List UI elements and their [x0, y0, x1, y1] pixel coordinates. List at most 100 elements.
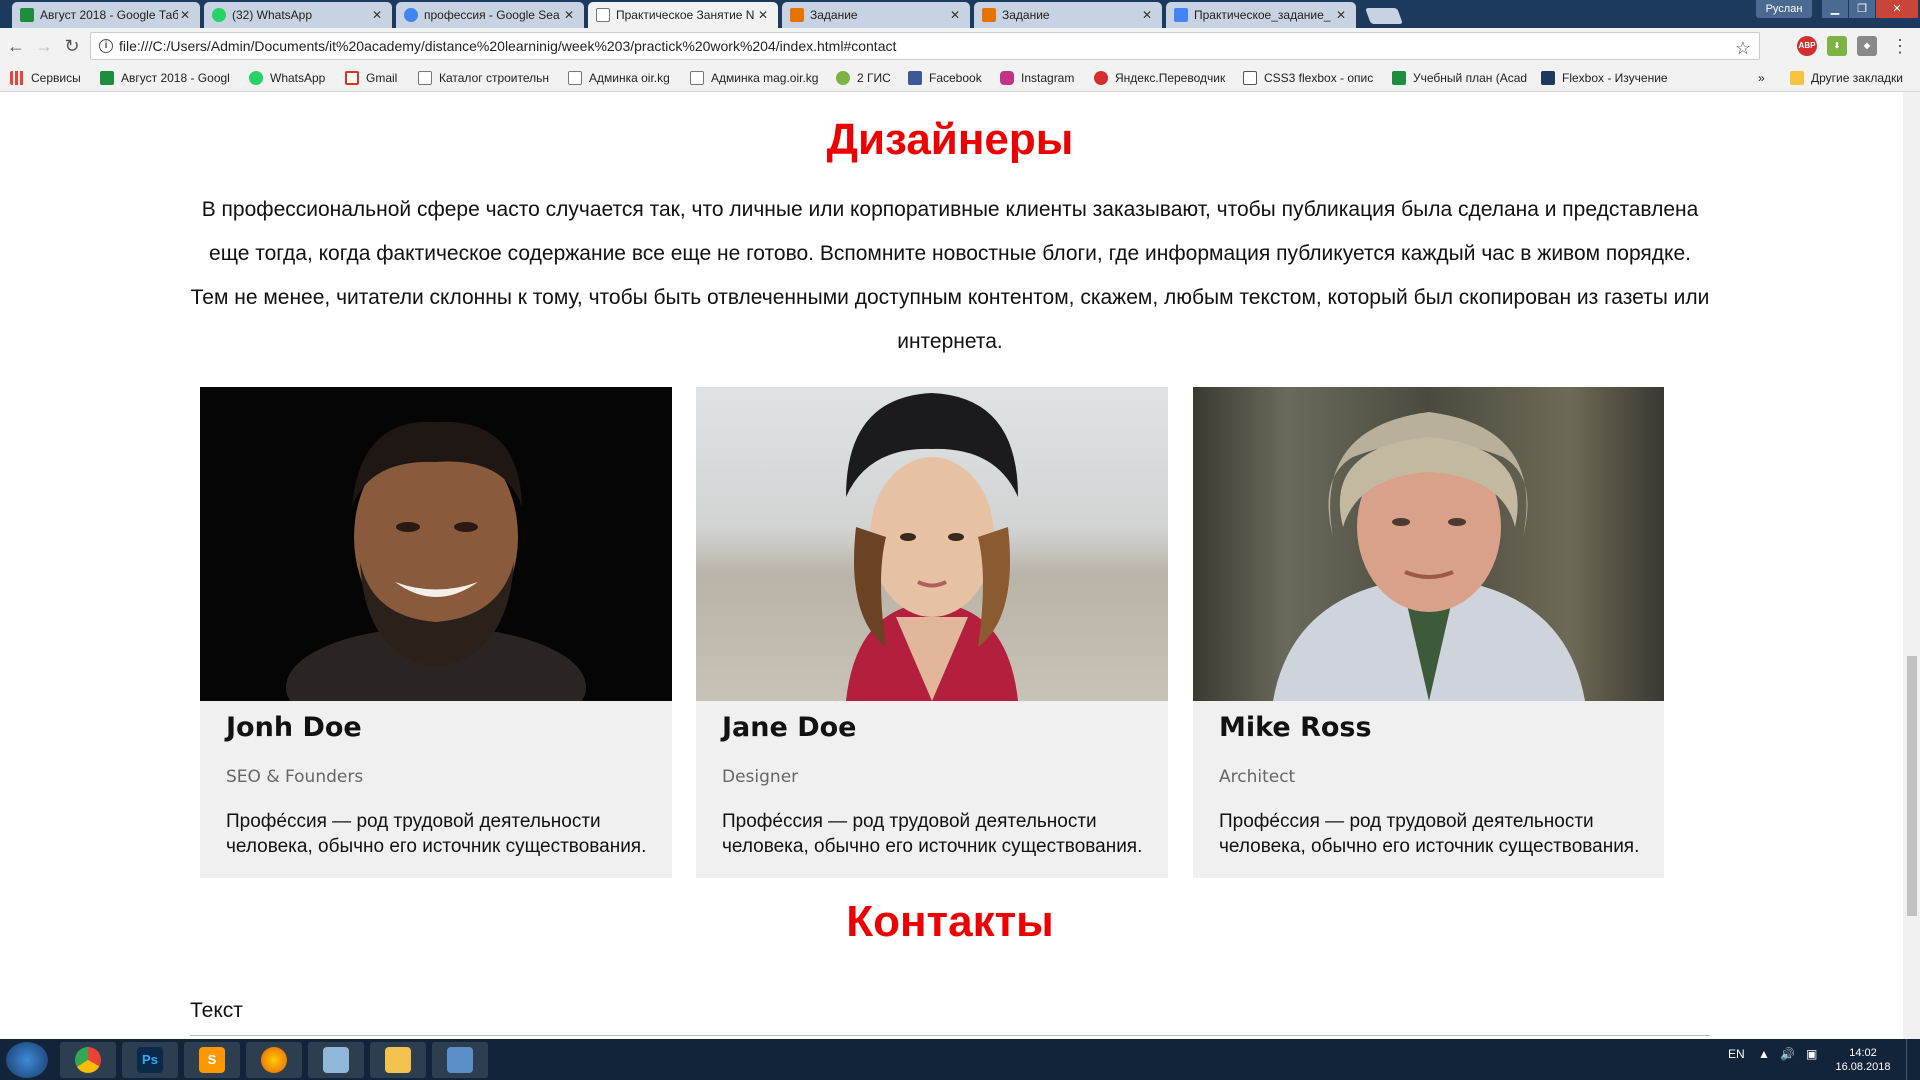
star-icon[interactable]: ☆ — [1735, 35, 1751, 61]
close-icon[interactable]: ✕ — [562, 8, 576, 22]
address-bar[interactable]: i file:///C:/Users/Admin/Documents/it%20… — [90, 32, 1760, 60]
network-icon[interactable]: ▣ — [1806, 1047, 1817, 1061]
portrait-older-man — [1273, 412, 1585, 701]
card-name: Jonh Doe — [226, 712, 362, 743]
task-icon — [790, 8, 804, 22]
tab-label: (32) WhatsApp — [232, 8, 313, 22]
card-description: Профе́ссия — род трудовой деятельности ч… — [722, 811, 1143, 857]
tab[interactable]: Задание ✕ — [974, 2, 1162, 28]
back-icon[interactable]: ← — [6, 36, 26, 56]
card-name: Mike Ross — [1219, 712, 1372, 743]
bookmark-label: Другие закладки — [1811, 71, 1903, 85]
task-icon — [982, 8, 996, 22]
tab-label: Задание — [1002, 8, 1050, 22]
new-tab-button[interactable] — [1365, 8, 1403, 24]
bookmark[interactable]: Август 2018 - Googl — [100, 70, 235, 86]
volume-icon[interactable]: 🔊 — [1780, 1047, 1795, 1061]
adblock-icon[interactable]: ABP — [1797, 36, 1817, 56]
explorer-taskbar-icon[interactable] — [370, 1042, 426, 1078]
close-window-button[interactable]: ✕ — [1876, 0, 1918, 18]
photo-mike-ross — [1193, 387, 1664, 701]
tab-strip: Август 2018 - Google Таб ✕ (32) WhatsApp… — [0, 0, 1920, 28]
yandex-translate-icon — [1094, 71, 1108, 85]
css-page-icon — [1243, 71, 1257, 85]
tab[interactable]: Практическое_задание_ ✕ — [1166, 2, 1356, 28]
remote-desktop-taskbar-icon[interactable] — [432, 1042, 488, 1078]
bookmark[interactable]: Админка mag.oir.kg — [690, 70, 830, 86]
tray-arrow-icon[interactable]: ▲ — [1758, 1047, 1770, 1061]
apps-grid-icon — [10, 71, 24, 85]
photo-jonh-doe — [200, 387, 672, 701]
bookmark[interactable]: Яндекс.Переводчик — [1094, 70, 1229, 86]
chrome-taskbar-icon[interactable] — [60, 1042, 116, 1078]
sublime-taskbar-icon[interactable]: S — [184, 1042, 240, 1078]
facebook-icon — [908, 71, 922, 85]
close-icon[interactable]: ✕ — [756, 8, 770, 22]
close-icon[interactable]: ✕ — [178, 8, 192, 22]
instagram-icon — [1000, 71, 1014, 85]
bookmark[interactable]: CSS3 flexbox - опис — [1243, 70, 1378, 86]
minimize-button[interactable]: ▁ — [1822, 0, 1848, 18]
info-icon[interactable]: i — [99, 39, 113, 53]
more-bookmarks-button[interactable]: » — [1758, 70, 1772, 86]
page-icon — [568, 71, 582, 85]
bookmark[interactable]: Flexbox - Изучение — [1541, 70, 1681, 86]
start-button[interactable] — [6, 1042, 48, 1078]
bookmark-label: CSS3 flexbox - опис — [1264, 71, 1374, 85]
extension-icon[interactable]: ◆ — [1857, 36, 1877, 56]
system-clock[interactable]: 14:02 16.08.2018 — [1834, 1046, 1892, 1074]
tab-label: Практическое_задание_ — [1194, 8, 1331, 22]
close-icon[interactable]: ✕ — [370, 8, 384, 22]
sheets-icon — [1392, 71, 1406, 85]
forward-icon[interactable]: → — [34, 36, 54, 56]
page-icon — [418, 71, 432, 85]
bookmark[interactable]: Gmail — [345, 70, 415, 86]
profile-button[interactable]: Руслан — [1756, 0, 1812, 18]
portrait-smiling-man — [286, 421, 586, 701]
tab[interactable]: Задание ✕ — [782, 2, 970, 28]
bookmark[interactable]: WhatsApp — [249, 70, 339, 86]
windows-taskbar: Ps S EN ▲ 🔊 ▣ 14:02 16.08.2018 — [0, 1039, 1920, 1080]
language-indicator[interactable]: EN — [1728, 1047, 1745, 1061]
firefox-taskbar-icon[interactable] — [246, 1042, 302, 1078]
team-card: Mike Ross Architect Профе́ссия — род тру… — [1193, 387, 1664, 878]
tab-active[interactable]: Практическое Занятие N ✕ — [588, 2, 778, 28]
team-card: Jane Doe Designer Профе́ссия — род трудо… — [696, 387, 1168, 878]
paint-taskbar-icon[interactable] — [308, 1042, 364, 1078]
menu-icon[interactable]: ⋮ — [1890, 36, 1910, 56]
intro-text: В профессиональной сфере часто случается… — [190, 198, 1710, 353]
page-scrollbar[interactable] — [1903, 92, 1920, 1039]
gmail-icon — [345, 71, 359, 85]
close-icon[interactable]: ✕ — [948, 8, 962, 22]
whatsapp-icon — [212, 8, 226, 22]
portrait-woman-in-hat — [846, 393, 1018, 701]
bookmark[interactable]: Instagram — [1000, 70, 1085, 86]
close-icon[interactable]: ✕ — [1140, 8, 1154, 22]
document-icon — [596, 8, 610, 22]
tab[interactable]: (32) WhatsApp ✕ — [204, 2, 392, 28]
close-icon[interactable]: ✕ — [1334, 8, 1348, 22]
photoshop-taskbar-icon[interactable]: Ps — [122, 1042, 178, 1078]
designers-title: Дизайнеры — [826, 115, 1074, 164]
bookmark-label: Flexbox - Изучение — [1562, 71, 1668, 85]
bookmark[interactable]: Каталог строительн — [418, 70, 558, 86]
bookmark[interactable]: Учебный план (Acad — [1392, 70, 1529, 86]
page-icon — [690, 71, 704, 85]
tab[interactable]: Август 2018 - Google Таб ✕ — [12, 2, 200, 28]
card-name: Jane Doe — [722, 712, 857, 743]
bookmark[interactable]: Facebook — [908, 70, 993, 86]
reload-icon[interactable]: ↻ — [62, 36, 82, 56]
card-description: Профе́ссия — род трудовой деятельности ч… — [1219, 811, 1640, 857]
download-icon[interactable]: ⬇ — [1827, 36, 1847, 56]
bookmark[interactable]: Админка oir.kg — [568, 70, 683, 86]
show-desktop-button[interactable] — [1906, 1039, 1920, 1080]
other-bookmarks[interactable]: Другие закладки — [1790, 70, 1918, 86]
tab[interactable]: профессия - Google Sea ✕ — [396, 2, 584, 28]
bookmark[interactable]: 2 ГИС — [836, 70, 906, 86]
card-role: SEO & Founders — [226, 767, 364, 787]
google-icon — [404, 8, 418, 22]
bookmark-apps[interactable]: Сервисы — [10, 70, 90, 86]
scrollbar-thumb[interactable] — [1907, 656, 1917, 916]
bookmark-label: Gmail — [366, 71, 398, 85]
maximize-button[interactable]: ❐ — [1849, 0, 1875, 18]
